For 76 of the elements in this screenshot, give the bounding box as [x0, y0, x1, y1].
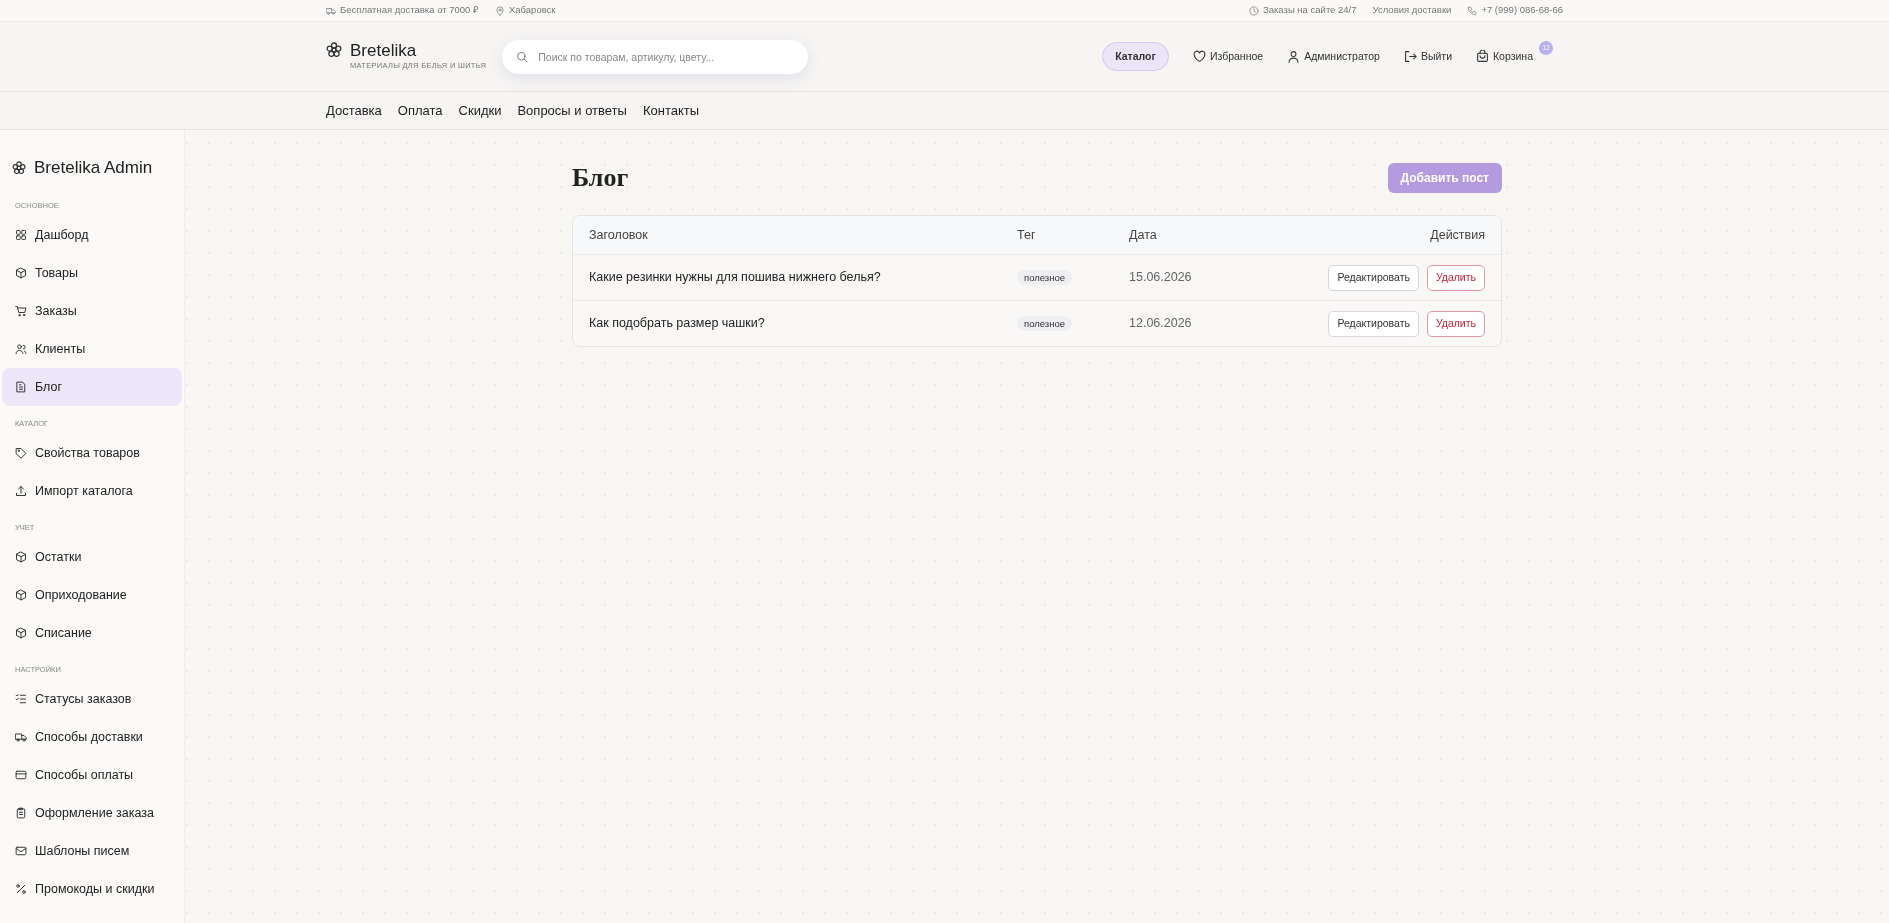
nav-link[interactable]: Доставка — [326, 100, 382, 121]
edit-button[interactable]: Редактировать — [1328, 264, 1419, 291]
sidebar-item[interactable]: Оприходование — [2, 576, 182, 614]
delivery-terms-link[interactable]: Условия доставки — [1372, 3, 1452, 18]
sidebar-item[interactable]: Импорт каталога — [2, 472, 182, 510]
nav-link[interactable]: Скидки — [458, 100, 502, 121]
nav-link[interactable]: Вопросы и ответы — [517, 100, 627, 121]
clock-icon — [1249, 5, 1259, 16]
search-icon — [516, 50, 529, 63]
column-header: Дата — [1129, 227, 1157, 242]
users-icon — [15, 343, 27, 355]
nav-link[interactable]: Контакты — [642, 100, 700, 121]
phone-link[interactable]: +7 (999) 086-68-66 — [1481, 3, 1563, 18]
percent-icon — [15, 883, 27, 895]
sidebar-item[interactable]: Свойства товаров — [2, 434, 182, 472]
box-icon — [15, 551, 27, 563]
delete-button[interactable]: Удалить — [1426, 264, 1485, 291]
heart-icon — [1192, 50, 1206, 63]
tag-icon — [15, 447, 27, 459]
tag-label: полезное — [1017, 270, 1072, 286]
sidebar-item[interactable]: Блог — [2, 368, 182, 406]
truck-icon — [15, 731, 27, 743]
sidebar-item[interactable]: Промокоды и скидки — [2, 870, 182, 908]
sidebar-item[interactable]: Дашборд — [2, 216, 182, 254]
logout-link[interactable]: Выйти — [1420, 48, 1452, 65]
column-header: Тег — [1017, 227, 1036, 242]
date-text: 12.06.2026 — [1129, 316, 1192, 331]
sidebar-item[interactable]: Статусы заказов — [2, 680, 182, 718]
phone-icon — [1467, 5, 1478, 16]
delete-button[interactable]: Удалить — [1426, 310, 1485, 337]
shopping-bag-icon — [1476, 50, 1489, 63]
page-title: Блог — [572, 162, 629, 194]
clipboard-icon — [15, 807, 27, 819]
user-icon — [1287, 50, 1301, 63]
sidebar-item[interactable]: Клиенты — [2, 330, 182, 368]
post-title: Какие резинки нужны для пошива нижнего белья? — [589, 270, 881, 285]
cart-link[interactable]: Корзина — [1493, 48, 1533, 65]
sidebar-item[interactable]: Способы оплаты — [2, 756, 182, 794]
box-icon — [15, 627, 27, 639]
post-title: Как подобрать размер чашки? — [589, 316, 765, 331]
flower-icon — [326, 41, 342, 58]
sidebar-item[interactable]: Оформление заказа — [2, 794, 182, 832]
document-icon — [15, 381, 27, 393]
account-link[interactable]: Администратор — [1304, 48, 1380, 65]
checklist-icon — [15, 693, 27, 705]
info-text: Заказы на сайте 24/7 — [1263, 3, 1357, 18]
logo-text[interactable]: Bretelika — [350, 41, 487, 61]
flower-icon — [12, 161, 26, 175]
city-label: Хабаровск — [509, 3, 556, 18]
edit-button[interactable]: Редактировать — [1328, 310, 1419, 337]
column-header: Действия — [1430, 227, 1485, 242]
sidebar-title: Bretelika Admin — [34, 157, 153, 180]
info-text: Бесплатная доставка от 7000 ₽ — [340, 3, 479, 18]
date-text: 15.06.2026 — [1129, 270, 1192, 285]
grid-icon — [15, 229, 27, 241]
upload-icon — [15, 485, 27, 497]
search-field[interactable]: Поиск по товарам, артикулу, цвету... — [502, 39, 809, 74]
nav-link[interactable]: Оплата — [397, 100, 443, 121]
tag-label: полезное — [1017, 316, 1072, 332]
box-icon — [15, 589, 27, 601]
logout-icon — [1403, 50, 1417, 63]
sidebar-item[interactable]: Шаблоны писем — [2, 832, 182, 870]
cart-icon — [15, 305, 27, 317]
truck-icon — [326, 5, 336, 16]
sidebar-item[interactable]: Заказы — [2, 292, 182, 330]
box-icon — [15, 267, 27, 279]
column-header: Заголовок — [589, 227, 648, 242]
credit-card-icon — [15, 769, 27, 781]
sidebar-item[interactable]: Остатки — [2, 538, 182, 576]
sidebar-item[interactable]: Способы доставки — [2, 718, 182, 756]
envelope-icon — [15, 845, 27, 857]
sidebar-item[interactable]: Списание — [2, 614, 182, 652]
favorites-link[interactable]: Избранное — [1209, 48, 1264, 65]
location-pin-icon — [495, 5, 505, 16]
catalog-button[interactable]: Каталог — [1102, 41, 1169, 72]
sidebar-item[interactable]: Товары — [2, 254, 182, 292]
